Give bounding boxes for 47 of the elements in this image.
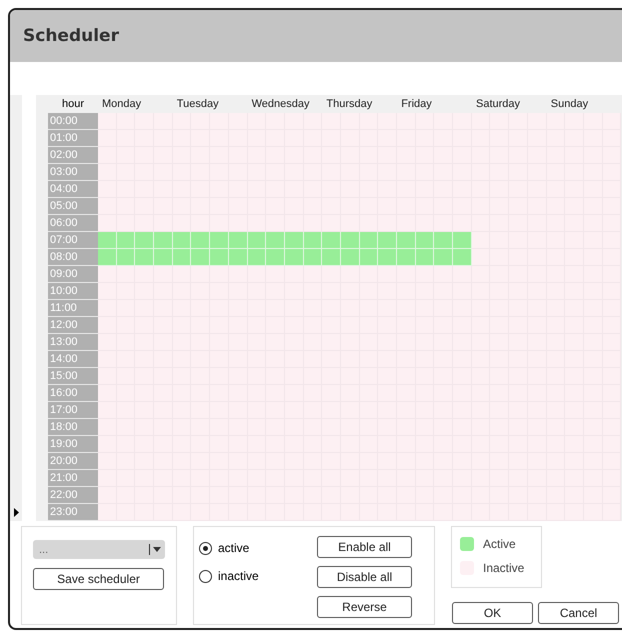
hour-label: 01:00 (48, 130, 98, 147)
legend-label: Inactive (483, 561, 524, 575)
radio-label: active (218, 541, 250, 555)
hour-label: 02:00 (48, 147, 98, 164)
action-button[interactable]: Enable all (317, 536, 412, 558)
column-header: Sunday (550, 98, 590, 110)
hour-label: 10:00 (48, 283, 98, 300)
hour-label: 03:00 (48, 164, 98, 181)
hour-label: 17:00 (48, 402, 98, 419)
radio-label: inactive (218, 569, 259, 583)
column-header: Wednesday (250, 98, 310, 110)
column-header: Monday (101, 98, 142, 110)
hour-label: 20:00 (48, 453, 98, 470)
hour-label: 08:00 (48, 249, 98, 266)
legend-label: Active (483, 537, 516, 551)
hour-label: 06:00 (48, 215, 98, 232)
hour-label: 14:00 (48, 351, 98, 368)
column-header: Tuesday (176, 98, 220, 110)
window-title: Scheduler (23, 26, 119, 46)
hour-label: 23:00 (48, 504, 98, 521)
hour-label: 11:00 (48, 300, 98, 317)
dialog-button[interactable]: OK (452, 602, 533, 624)
hour-label: 22:00 (48, 487, 98, 504)
hour-label: 19:00 (48, 436, 98, 453)
save-scheduler-button[interactable]: Save scheduler (33, 568, 164, 590)
hour-label: 07:00 (48, 232, 98, 249)
radio-button[interactable] (199, 542, 212, 554)
radio-button[interactable] (199, 570, 212, 582)
column-header: hour (60, 98, 86, 110)
hour-label: 18:00 (48, 419, 98, 436)
column-header: Friday (400, 98, 433, 110)
hour-label: 12:00 (48, 317, 98, 334)
hour-label: 21:00 (48, 470, 98, 487)
hour-label: 16:00 (48, 385, 98, 402)
dialog-button[interactable]: Cancel (538, 602, 619, 624)
hour-label: 15:00 (48, 368, 98, 385)
hour-label: 00:00 (48, 113, 98, 130)
dropdown-arrow-icon (153, 547, 161, 552)
scheduler-dropdown[interactable]: ... (33, 540, 165, 559)
hour-label: 09:00 (48, 266, 98, 283)
column-header: Saturday (474, 98, 522, 110)
hour-label: 05:00 (48, 198, 98, 215)
action-button[interactable]: Disable all (317, 566, 412, 588)
hour-label: 04:00 (48, 181, 98, 198)
action-button[interactable]: Reverse (317, 596, 412, 618)
hour-label: 13:00 (48, 334, 98, 351)
column-header: Thursday (325, 98, 374, 110)
